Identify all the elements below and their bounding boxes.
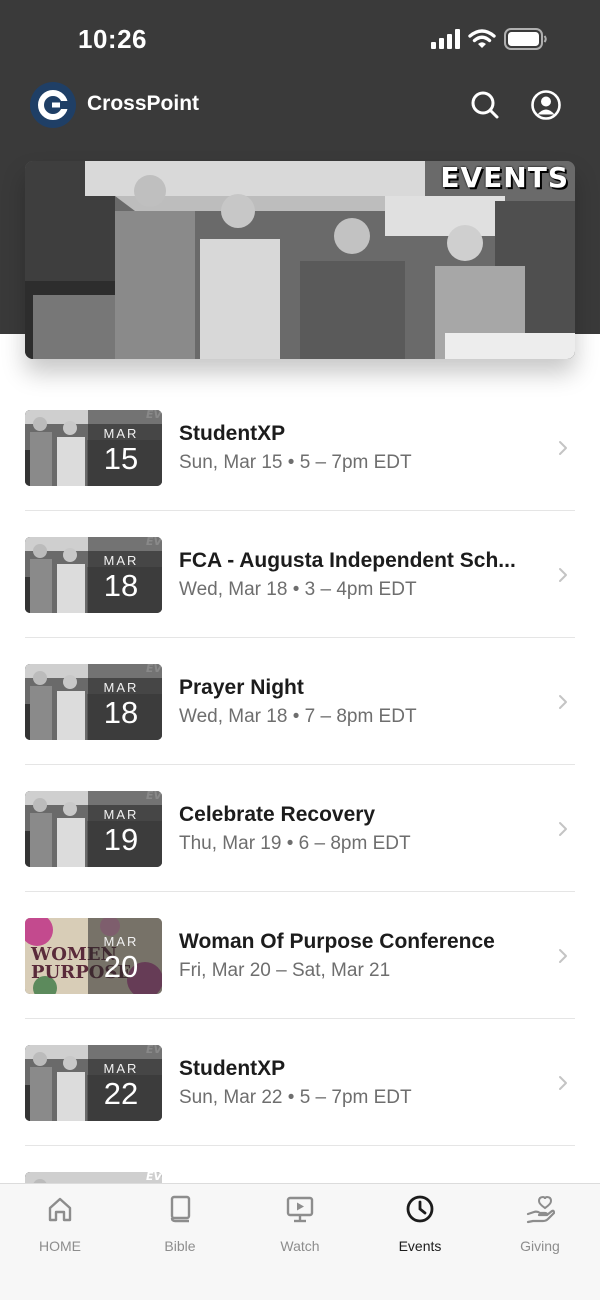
event-datetime: Wed, Mar 18 • 3 – 4pm EDT: [179, 579, 417, 600]
event-title: StudentXP: [179, 1057, 286, 1080]
play-icon: [286, 1196, 314, 1223]
crosspoint-logo-icon[interactable]: [30, 82, 76, 128]
event-thumbnail: EVMAR18: [25, 537, 162, 613]
event-date-badge: MAR 18: [88, 537, 162, 613]
chevron-right-icon: [559, 1076, 567, 1090]
event-month: MAR: [103, 934, 139, 949]
events-hero-banner[interactable]: EVENTS: [25, 161, 575, 359]
event-list-item[interactable]: EVMAR18 Prayer Night Wed, Mar 18 • 7 – 8pm…: [25, 638, 575, 765]
hero-title: EVENTS: [440, 161, 569, 194]
wifi-icon: [468, 29, 496, 48]
event-date-badge: MAR 15: [88, 410, 162, 486]
tab-label: Watch: [280, 1238, 320, 1254]
thumbnail-tag: EV: [145, 1172, 162, 1183]
event-date-badge: MAR 20: [88, 918, 162, 994]
status-time: 10:26: [78, 24, 147, 54]
event-list-item[interactable]: WOMEN PURPOSE MAR 20 Woman Of Purpose Conf…: [25, 892, 575, 1019]
event-month: MAR: [103, 807, 139, 822]
app-bar: CrossPoint: [0, 80, 600, 134]
event-datetime: Wed, Mar 18 • 7 – 8pm EDT: [179, 706, 417, 727]
tab-label: Bible: [164, 1238, 196, 1254]
event-title: StudentXP: [179, 422, 286, 445]
event-date-badge: MAR 18: [88, 664, 162, 740]
tab-bar: HOME Bible Watch Events Giving: [0, 1183, 600, 1300]
clock-icon: [406, 1195, 434, 1223]
event-title: Celebrate Recovery: [179, 803, 376, 826]
tab-bible[interactable]: Bible: [120, 1194, 240, 1264]
event-date-badge: MAR 22: [88, 1045, 162, 1121]
event-thumbnail: EVMAR18: [25, 664, 162, 740]
event-month: MAR: [103, 426, 139, 441]
event-day: 19: [103, 822, 139, 857]
tab-label: HOME: [39, 1238, 81, 1254]
app-title: CrossPoint: [87, 92, 200, 115]
event-thumbnail: EVMAR19: [25, 791, 162, 867]
chevron-right-icon: [559, 441, 567, 455]
event-date-badge: MAR 19: [88, 791, 162, 867]
event-day: 22: [103, 1076, 139, 1111]
tab-giving[interactable]: Giving: [480, 1194, 600, 1264]
event-title: FCA - Augusta Independent Sch...: [179, 549, 516, 572]
event-thumbnail: EVMAR22: [25, 1045, 162, 1121]
tab-watch[interactable]: Watch: [240, 1194, 360, 1264]
event-thumbnail: WOMEN PURPOSE MAR 20: [25, 918, 162, 994]
event-title: Prayer Night: [179, 676, 304, 699]
chevron-right-icon: [559, 695, 567, 709]
event-month: MAR: [103, 553, 139, 568]
event-datetime: Fri, Mar 20 – Sat, Mar 21: [179, 960, 391, 981]
tab-home[interactable]: HOME: [0, 1194, 120, 1264]
tab-events[interactable]: Events: [360, 1194, 480, 1264]
search-icon[interactable]: [468, 88, 502, 122]
event-title: Woman Of Purpose Conference: [179, 930, 495, 953]
profile-icon[interactable]: [529, 88, 563, 122]
event-month: MAR: [103, 680, 139, 695]
event-day: 20: [103, 949, 139, 984]
event-thumbnail: EVMAR15: [25, 410, 162, 486]
chevron-right-icon: [559, 949, 567, 963]
event-day: 18: [103, 695, 139, 730]
home-icon: [48, 1197, 72, 1222]
event-datetime: Sun, Mar 22 • 5 – 7pm EDT: [179, 1087, 412, 1108]
status-bar: 10:26: [0, 0, 600, 80]
event-list-item[interactable]: EVMAR22 StudentXP Sun, Mar 22 • 5 – 7pm ED…: [25, 1019, 575, 1146]
book-icon: [170, 1195, 191, 1223]
event-month: MAR: [103, 1061, 139, 1076]
event-list-item[interactable]: EVMAR19 Celebrate Recovery Thu, Mar 19 • 6…: [25, 765, 575, 892]
event-list: EVMAR15StudentXPSun, Mar 15 • 5 – 7pm ED…: [25, 384, 575, 1273]
event-list-item[interactable]: EVMAR15 StudentXP Sun, Mar 15 • 5 – 7pm ED…: [25, 384, 575, 511]
event-day: 15: [103, 441, 139, 476]
chevron-right-icon: [559, 822, 567, 836]
status-icons: [431, 28, 548, 50]
event-datetime: Thu, Mar 19 • 6 – 8pm EDT: [179, 833, 411, 854]
signal-icon: [431, 29, 460, 49]
tab-label: Giving: [520, 1238, 560, 1254]
battery-icon: [504, 28, 547, 50]
event-datetime: Sun, Mar 15 • 5 – 7pm EDT: [179, 452, 412, 473]
event-day: 18: [103, 568, 139, 603]
tab-label: Events: [398, 1238, 442, 1254]
event-list-item[interactable]: EVMAR18 FCA - Augusta Independent Sch... W…: [25, 511, 575, 638]
chevron-right-icon: [559, 568, 567, 582]
heart-hand-icon: [526, 1195, 555, 1224]
